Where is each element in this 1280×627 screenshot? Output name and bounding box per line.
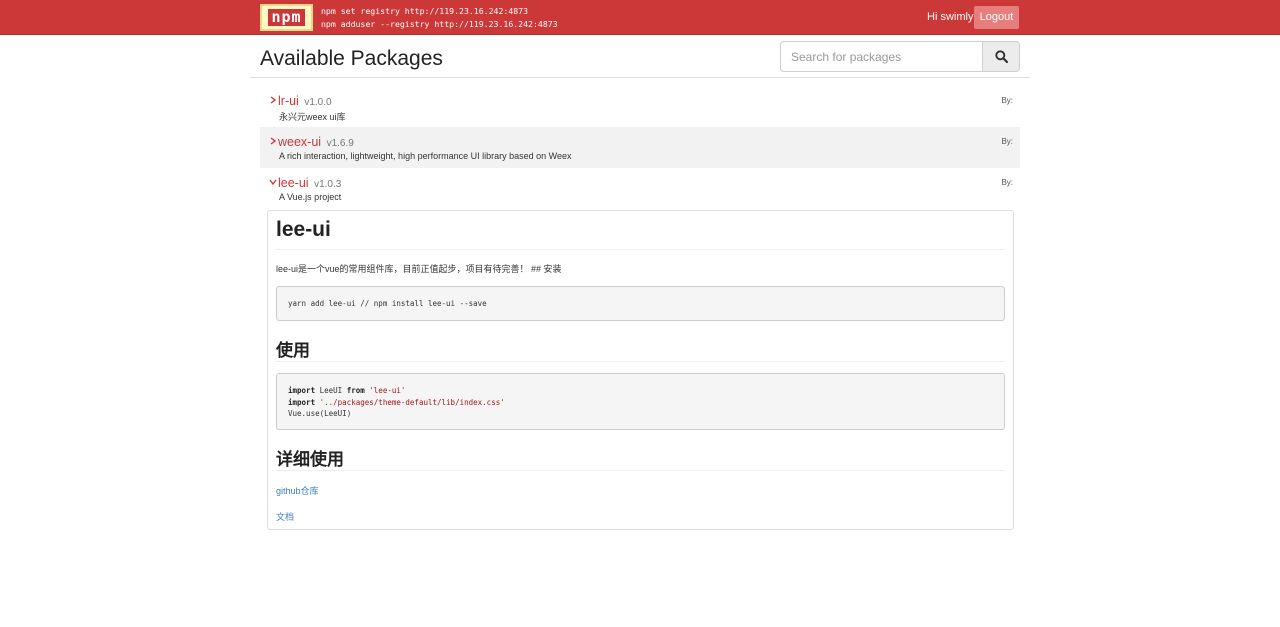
package-item-lr-ui[interactable]: lr-ui v1.0.0 永兴元weex ui库 By: xyxy=(260,86,1020,127)
chevron-down-icon xyxy=(269,179,277,186)
detail-heading-divider xyxy=(276,470,1005,471)
search-button[interactable] xyxy=(982,41,1020,72)
install-code-block: yarn add lee-ui // npm install lee-ui --… xyxy=(276,286,1005,321)
readme-title-divider xyxy=(276,249,1005,250)
registry-command-set: npm set registry http://119.23.16.242:48… xyxy=(321,6,529,16)
package-name-link[interactable]: lr-ui v1.0.0 xyxy=(278,94,332,108)
package-description: A rich interaction, lightweight, high pe… xyxy=(279,151,572,161)
code-line-2: import '../packages/theme-default/lib/in… xyxy=(288,397,505,407)
package-version: v1.6.9 xyxy=(326,138,354,149)
chevron-right-icon xyxy=(270,137,277,145)
code-line-3: Vue.use(LeeUI) xyxy=(288,409,352,418)
usage-heading: 使用 xyxy=(276,341,310,360)
registry-command-adduser: npm adduser --registry http://119.23.16.… xyxy=(321,18,558,29)
package-name-link[interactable]: lee-ui v1.0.3 xyxy=(278,176,341,190)
chevron-right-icon xyxy=(270,96,277,104)
detail-usage-heading: 详细使用 xyxy=(276,450,344,469)
package-author: By: xyxy=(1001,137,1013,146)
usage-code-block: import LeeUI from 'lee-ui' import '../pa… xyxy=(276,373,1005,430)
readme-title: lee-ui xyxy=(276,218,331,241)
search-input[interactable] xyxy=(780,41,982,72)
usage-heading-divider xyxy=(276,361,1005,362)
registry-commands: npm set registry http://119.23.16.242:48… xyxy=(321,5,558,30)
code-line-1: import LeeUI from 'lee-ui' xyxy=(288,386,406,395)
github-repo-link[interactable]: github仓库 xyxy=(276,484,319,497)
page-title: Available Packages xyxy=(260,47,443,70)
header-divider xyxy=(250,77,1030,78)
logout-button[interactable]: Logout xyxy=(974,6,1019,29)
package-name-link[interactable]: weex-ui v1.6.9 xyxy=(278,135,354,149)
npm-logo-text: npm xyxy=(268,9,305,26)
package-description: 永兴元weex ui库 xyxy=(279,112,346,122)
install-code-line: yarn add lee-ui // npm install lee-ui --… xyxy=(288,299,487,308)
package-description: A Vue.js project xyxy=(279,192,342,202)
docs-link[interactable]: 文档 xyxy=(276,510,294,523)
package-item-lee-ui[interactable]: lee-ui v1.0.3 A Vue.js project By: xyxy=(260,168,1020,209)
package-author: By: xyxy=(1001,178,1013,187)
package-author: By: xyxy=(1001,96,1013,105)
package-item-weex-ui[interactable]: weex-ui v1.6.9 A rich interaction, light… xyxy=(260,127,1020,168)
package-version: v1.0.3 xyxy=(314,179,342,190)
package-version: v1.0.0 xyxy=(304,97,332,108)
search-form xyxy=(780,41,1020,72)
readme-intro: lee-ui是一个vue的常用组件库，目前正值起步，项目有待完善！ ## 安装 xyxy=(276,264,562,274)
package-readme: lee-ui lee-ui是一个vue的常用组件库，目前正值起步，项目有待完善！… xyxy=(267,210,1014,530)
top-navbar: npm npm set registry http://119.23.16.24… xyxy=(0,0,1280,35)
search-icon xyxy=(994,50,1008,63)
npm-logo[interactable]: npm xyxy=(260,4,313,31)
user-greeting: Hi swimly xyxy=(927,11,974,23)
